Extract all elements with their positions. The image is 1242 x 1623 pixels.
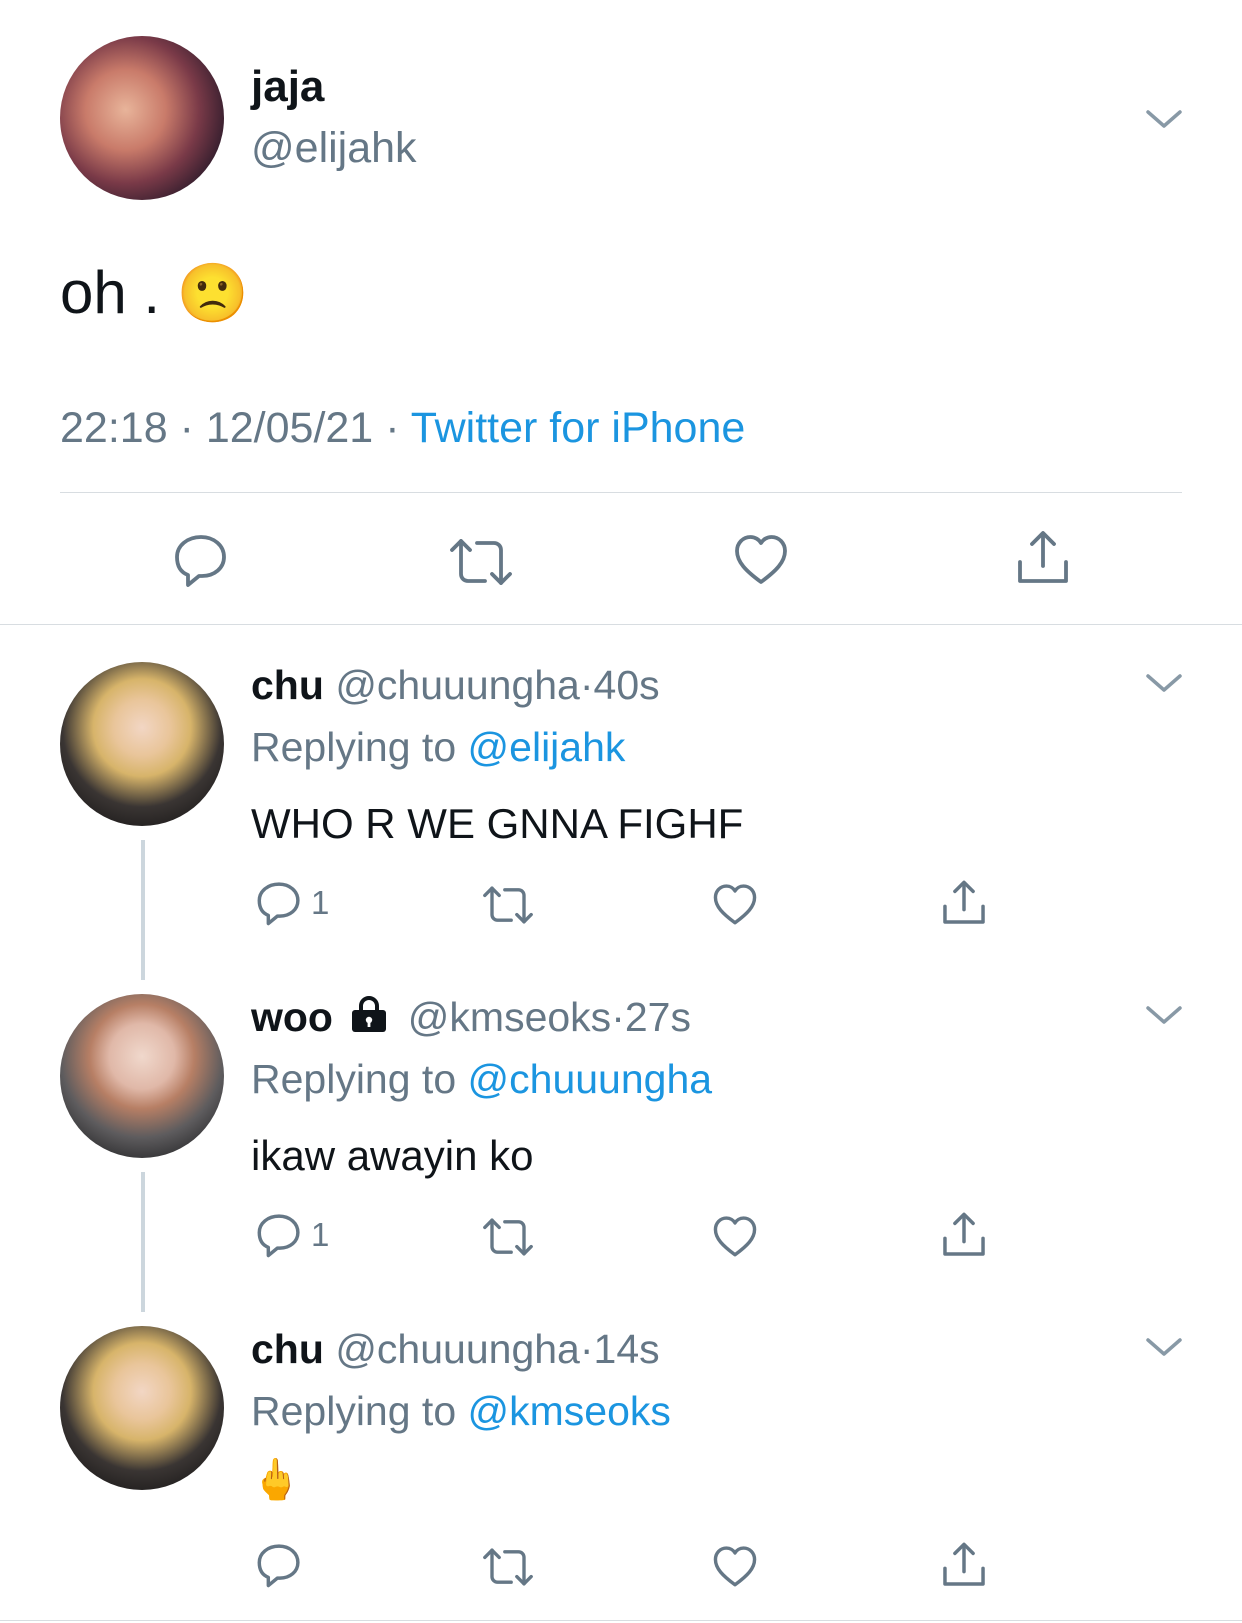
chevron-down-icon[interactable] (1142, 1332, 1186, 1362)
replying-to-label: Replying to (251, 724, 457, 770)
reply-header: chu @chuuungha·14s (251, 1326, 660, 1373)
reply-count: 1 (311, 1216, 330, 1253)
display-name[interactable]: woo (251, 994, 333, 1040)
replying-to: Replying to @kmseoks (251, 1388, 671, 1435)
avatar[interactable] (60, 994, 224, 1158)
retweet-icon (483, 1218, 533, 1256)
meta-separator: · (579, 662, 594, 708)
share-button[interactable] (940, 1210, 988, 1260)
retweet-button[interactable] (480, 1546, 536, 1588)
reply-button[interactable] (172, 532, 230, 588)
share-icon (943, 1542, 985, 1586)
meta-separator: · (579, 1326, 594, 1372)
reply-text: ikaw awayin ko (251, 1132, 534, 1179)
share-icon (1018, 531, 1068, 583)
avatar[interactable] (60, 36, 224, 200)
tweet-age[interactable]: 14s (594, 1326, 660, 1372)
display-name[interactable]: jaja (251, 62, 324, 112)
meta-separator: · (611, 994, 625, 1040)
display-name[interactable]: chu (251, 1326, 324, 1372)
retweet-icon (483, 1548, 533, 1586)
tweet-date[interactable]: 12/05/21 (206, 404, 373, 452)
retweet-icon (483, 886, 533, 924)
retweet-button[interactable] (480, 1216, 536, 1258)
tweet-meta: 22:18 · 12/05/21 · Twitter for iPhone (60, 404, 745, 453)
reply-icon (257, 1544, 300, 1588)
reply-icon (257, 882, 300, 926)
like-button[interactable] (711, 1214, 759, 1258)
display-name[interactable]: chu (251, 662, 324, 708)
reply-header: woo @kmseoks·27s (251, 994, 691, 1041)
share-button[interactable] (1014, 528, 1072, 588)
retweet-button[interactable] (480, 884, 536, 926)
reply-text: 🖕 (251, 1458, 301, 1502)
retweet-button[interactable] (446, 536, 516, 588)
replying-to-label: Replying to (251, 1388, 457, 1434)
frown-emoji: 🙁 (176, 261, 249, 326)
reply-button[interactable]: 1 (255, 1212, 329, 1258)
share-button[interactable] (940, 1540, 988, 1590)
share-icon (943, 880, 985, 924)
like-button[interactable] (732, 532, 790, 586)
replying-to-link[interactable]: @elijahk (468, 724, 626, 770)
lock-icon (352, 996, 387, 1032)
meta-separator: · (179, 404, 194, 452)
thread-line (141, 1172, 145, 1312)
meta-separator: · (385, 404, 400, 452)
retweet-icon (450, 539, 512, 585)
tweet-text-content: oh . (60, 259, 161, 326)
reply-button[interactable]: 1 (255, 880, 329, 926)
handle[interactable]: @elijahk (251, 124, 417, 173)
like-icon (735, 535, 787, 584)
tweet-time[interactable]: 22:18 (60, 404, 168, 452)
reply-text: WHO R WE GNNA FIGHF (251, 800, 744, 847)
divider (0, 624, 1242, 625)
share-icon (943, 1212, 985, 1256)
avatar[interactable] (60, 1326, 224, 1490)
tweet-text: oh . 🙁 (60, 258, 249, 328)
reply-icon (175, 535, 226, 587)
like-icon (713, 884, 757, 925)
like-icon (713, 1216, 757, 1257)
replying-to-link[interactable]: @chuuungha (468, 1056, 713, 1102)
like-button[interactable] (711, 1544, 759, 1588)
handle[interactable]: @kmseoks (408, 994, 611, 1040)
thread-line (141, 840, 145, 980)
replying-to: Replying to @elijahk (251, 724, 625, 771)
reply-button[interactable] (255, 1542, 311, 1588)
like-icon (713, 1546, 757, 1587)
reply-header: chu @chuuungha·40s (251, 662, 660, 709)
reply-count: 1 (311, 884, 330, 921)
reply-icon (257, 1214, 300, 1258)
share-button[interactable] (940, 878, 988, 928)
replying-to-label: Replying to (251, 1056, 457, 1102)
chevron-down-icon[interactable] (1142, 668, 1186, 698)
handle[interactable]: @chuuungha (335, 662, 580, 708)
tweet-age[interactable]: 27s (625, 994, 691, 1040)
handle[interactable]: @chuuungha (335, 1326, 580, 1372)
tweet-source-link[interactable]: Twitter for iPhone (411, 404, 746, 452)
like-button[interactable] (711, 882, 759, 926)
tweet-age[interactable]: 40s (594, 662, 660, 708)
chevron-down-icon[interactable] (1142, 1000, 1186, 1030)
chevron-down-icon[interactable] (1142, 104, 1186, 134)
divider (0, 1620, 1242, 1621)
avatar[interactable] (60, 662, 224, 826)
replying-to: Replying to @chuuungha (251, 1056, 712, 1103)
divider (60, 492, 1182, 493)
replying-to-link[interactable]: @kmseoks (468, 1388, 671, 1434)
